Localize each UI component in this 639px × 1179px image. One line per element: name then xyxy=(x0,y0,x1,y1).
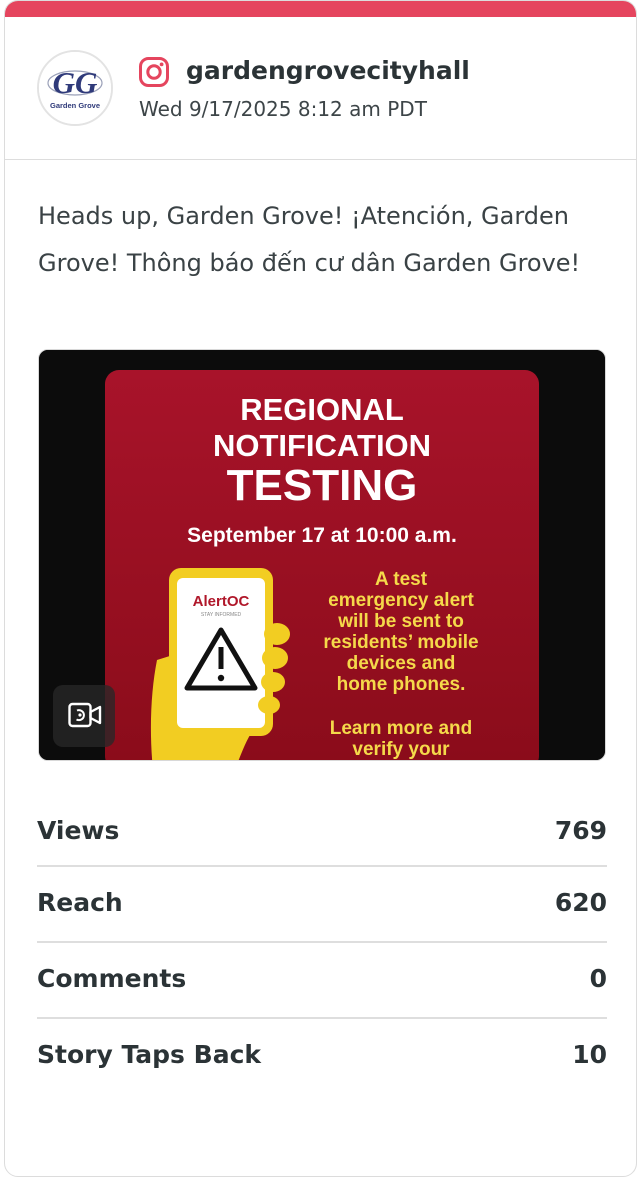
poster-body: A test emergency alert will be sent to r… xyxy=(323,569,478,760)
post-media[interactable]: REGIONAL NOTIFICATION TESTING September … xyxy=(38,349,606,761)
stat-row-comments: Comments 0 xyxy=(37,943,607,1019)
alert-poster-image: REGIONAL NOTIFICATION TESTING September … xyxy=(39,350,605,760)
svg-text:home phones.: home phones. xyxy=(337,674,466,695)
svg-text:will be sent to: will be sent to xyxy=(337,611,464,632)
post-username[interactable]: gardengrovecityhall xyxy=(186,55,470,87)
garden-grove-logo: GG Garden Grove xyxy=(39,52,111,124)
post-stats: Views 769 Reach 620 Comments 0 Story Tap… xyxy=(37,795,607,1095)
svg-text:Learn more and: Learn more and xyxy=(330,718,473,739)
svg-text:verify your: verify your xyxy=(352,739,450,760)
poster-app-tagline: STAY INFORMED xyxy=(201,612,242,618)
stat-label: Story Taps Back xyxy=(37,1040,262,1069)
stat-row-reach: Reach 620 xyxy=(37,867,607,943)
stat-row-views: Views 769 xyxy=(37,795,607,867)
post-header: GG Garden Grove gardengrovecityhall Wed … xyxy=(5,17,636,160)
instagram-icon xyxy=(139,57,169,87)
post-caption: Heads up, Garden Grove! ¡Atención, Garde… xyxy=(38,202,581,277)
stat-value: 10 xyxy=(572,1040,607,1069)
svg-text:emergency alert: emergency alert xyxy=(328,590,474,611)
stat-label: Comments xyxy=(37,964,187,993)
svg-text:Garden Grove: Garden Grove xyxy=(50,101,100,110)
poster-date: September 17 at 10:00 a.m. xyxy=(187,524,457,547)
video-type-badge xyxy=(53,685,115,747)
svg-text:GG: GG xyxy=(53,65,98,100)
stat-value: 0 xyxy=(589,964,607,993)
poster-line1: REGIONAL xyxy=(240,392,404,427)
poster-line3: TESTING xyxy=(227,461,418,510)
stat-label: Reach xyxy=(37,888,123,917)
video-icon xyxy=(68,702,102,728)
stat-row-story-taps-back: Story Taps Back 10 xyxy=(37,1019,607,1095)
avatar[interactable]: GG Garden Grove xyxy=(37,50,113,126)
phone-hand-illustration: AlertOC STAY INFORMED xyxy=(150,568,290,760)
svg-text:residents’ mobile: residents’ mobile xyxy=(323,632,478,653)
post-insights-card: GG Garden Grove gardengrovecityhall Wed … xyxy=(4,0,637,1177)
post-timestamp: Wed 9/17/2025 8:12 am PDT xyxy=(139,97,427,121)
stat-label: Views xyxy=(37,816,120,845)
svg-text:A test: A test xyxy=(375,569,428,590)
accent-bar xyxy=(5,1,636,17)
stat-value: 769 xyxy=(554,816,607,845)
stat-value: 620 xyxy=(554,888,607,917)
poster-app-name: AlertOC xyxy=(193,593,250,610)
svg-text:devices and: devices and xyxy=(347,653,456,674)
poster-line2: NOTIFICATION xyxy=(213,428,431,463)
